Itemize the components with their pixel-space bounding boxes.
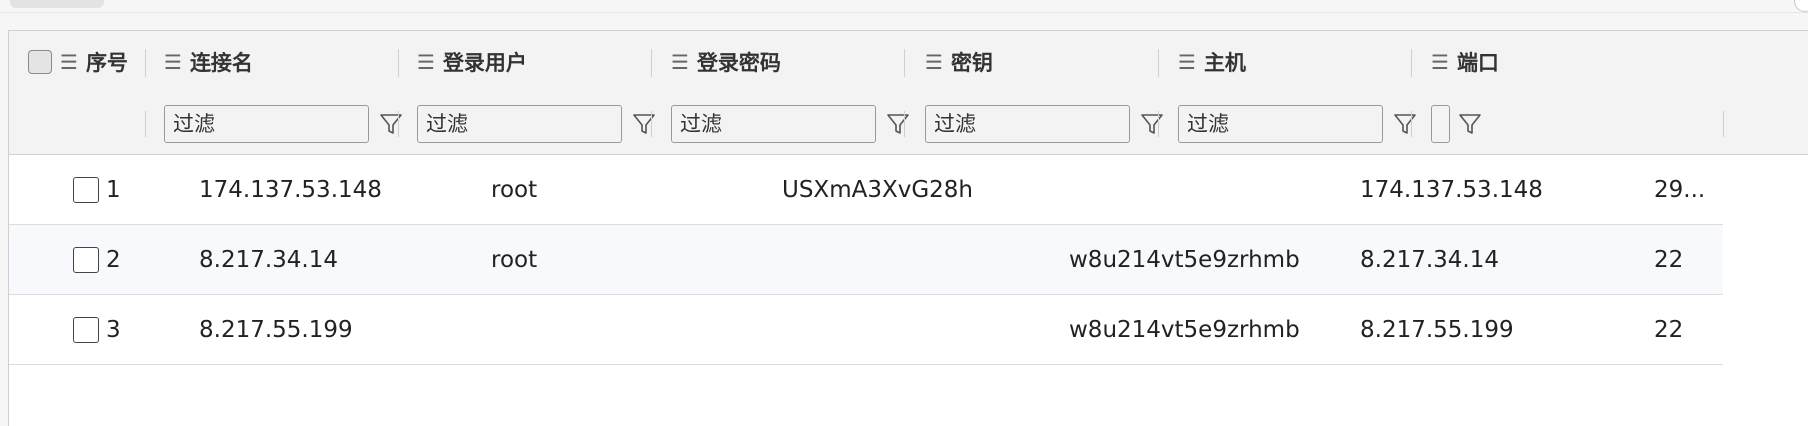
row-index-cell: 2 [73, 225, 121, 294]
row-index: 2 [106, 246, 121, 273]
cell-port: 22 [1654, 316, 1684, 343]
filter-cell-key [925, 93, 1166, 154]
filter-separator [1723, 111, 1724, 137]
filter-separator [145, 111, 146, 137]
cell-name: 174.137.53.148 [199, 176, 382, 203]
table-row[interactable]: 2 8.217.34.14 root w8u214vt5e9zrhmb 8.21… [9, 225, 1723, 295]
column-menu-icon[interactable]: ☰ [1178, 50, 1196, 74]
filter-separator [1411, 111, 1412, 137]
select-all-checkbox[interactable] [28, 50, 52, 74]
column-separator[interactable] [1158, 49, 1159, 77]
filter-cell-port [1431, 93, 1484, 154]
column-separator[interactable] [398, 49, 399, 77]
row-index: 1 [106, 176, 121, 203]
filter-funnel-icon[interactable] [1391, 110, 1419, 138]
filter-funnel-icon[interactable] [630, 110, 658, 138]
filter-separator [904, 111, 905, 137]
connections-grid: ☰ 序号 ☰ 连接名 ☰ 登录用户 ☰ 登录密码 ☰ 密钥 ☰ 主机 ☰ 端口 … [8, 30, 1808, 426]
column-menu-icon[interactable]: ☰ [164, 50, 182, 74]
column-title: 登录用户 [442, 51, 527, 75]
cell-user: root [491, 246, 538, 273]
column-header-key[interactable]: ☰ 密钥 [925, 31, 1150, 93]
column-title: 主机 [1203, 51, 1246, 75]
cell-key: w8u214vt5e9zrhmb [1069, 246, 1300, 273]
filter-separator [651, 111, 652, 137]
filter-funnel-icon[interactable] [1456, 110, 1484, 138]
filter-funnel-icon[interactable] [1138, 110, 1166, 138]
column-menu-icon[interactable]: ☰ [671, 50, 689, 74]
cell-name: 8.217.55.199 [199, 316, 353, 343]
filter-input-password[interactable] [671, 104, 876, 143]
filter-input-host[interactable] [1178, 104, 1383, 143]
grid-header: ☰ 序号 ☰ 连接名 ☰ 登录用户 ☰ 登录密码 ☰ 密钥 ☰ 主机 ☰ 端口 … [9, 31, 1808, 155]
filter-funnel-icon[interactable] [377, 110, 405, 138]
column-separator[interactable] [145, 49, 146, 77]
toolbar-divider [0, 12, 1808, 13]
column-header-name[interactable]: ☰ 连接名 [164, 31, 389, 93]
column-title: 连接名 [189, 51, 253, 75]
row-index: 3 [106, 316, 121, 343]
row-checkbox[interactable] [73, 176, 99, 203]
cell-key: w8u214vt5e9zrhmb [1069, 316, 1300, 343]
filter-separator [398, 111, 399, 137]
filter-separator [1158, 111, 1159, 137]
row-index-cell: 1 [73, 155, 121, 224]
cell-host: 8.217.34.14 [1360, 246, 1499, 273]
cell-password: USXmA3XvG28h [782, 176, 973, 203]
filter-input-user[interactable] [417, 104, 622, 143]
top-tab-stub [10, 0, 104, 8]
column-menu-icon[interactable]: ☰ [925, 50, 943, 74]
column-header-password[interactable]: ☰ 登录密码 [671, 31, 896, 93]
cell-user: root [491, 176, 538, 203]
column-menu-icon[interactable]: ☰ [1431, 50, 1449, 74]
column-separator[interactable] [1411, 49, 1412, 77]
column-header-user[interactable]: ☰ 登录用户 [417, 31, 642, 93]
column-title: 端口 [1456, 51, 1497, 75]
filter-input-port[interactable] [1431, 104, 1450, 143]
row-checkbox[interactable] [73, 316, 99, 343]
cell-port: 29... [1654, 176, 1706, 203]
column-title: 密钥 [950, 51, 993, 75]
column-separator[interactable] [904, 49, 905, 77]
filter-cell-host [1178, 93, 1419, 154]
filter-cell-user [417, 93, 658, 154]
column-menu-icon[interactable]: ☰ [60, 50, 78, 74]
cell-name: 8.217.34.14 [199, 246, 338, 273]
cell-host: 174.137.53.148 [1360, 176, 1543, 203]
filter-input-key[interactable] [925, 104, 1130, 143]
row-checkbox[interactable] [73, 246, 99, 273]
row-index-cell: 3 [73, 295, 121, 364]
table-row[interactable]: 3 8.217.55.199 w8u214vt5e9zrhmb 8.217.55… [9, 295, 1723, 365]
corner-control-icon[interactable] [1794, 0, 1808, 12]
column-header-host[interactable]: ☰ 主机 [1178, 31, 1403, 93]
column-menu-icon[interactable]: ☰ [417, 50, 435, 74]
filter-funnel-icon[interactable] [884, 110, 912, 138]
cell-port: 22 [1654, 246, 1684, 273]
cell-host: 8.217.55.199 [1360, 316, 1514, 343]
filter-cell-password [671, 93, 912, 154]
table-row[interactable]: 1 174.137.53.148 root USXmA3XvG28h 174.1… [9, 155, 1723, 225]
column-header-port[interactable]: ☰ 端口 [1431, 31, 1497, 93]
column-title: 序号 [85, 51, 128, 75]
filter-input-name[interactable] [164, 104, 369, 143]
column-title: 登录密码 [696, 51, 781, 75]
column-header-index[interactable]: ☰ 序号 [28, 31, 142, 93]
filter-cell-name [164, 93, 405, 154]
column-separator[interactable] [651, 49, 652, 77]
